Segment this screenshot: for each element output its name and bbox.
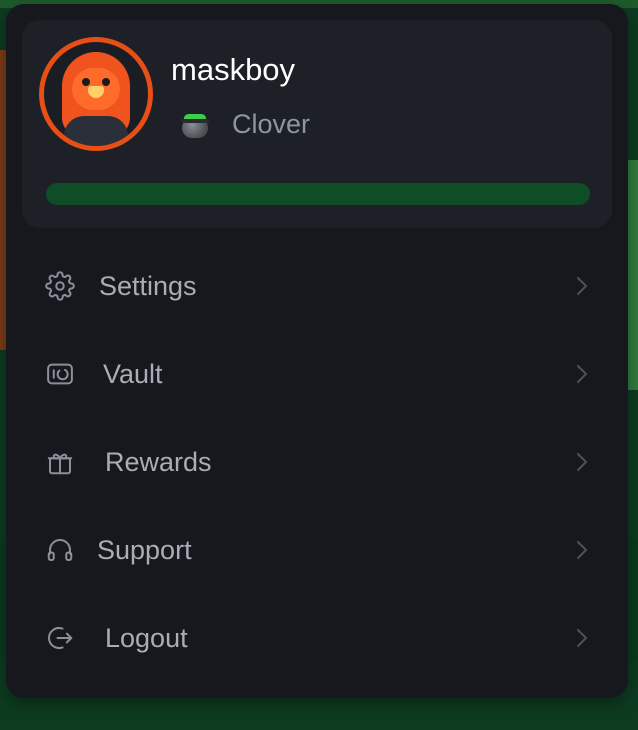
menu-item-logout[interactable]: Logout xyxy=(6,594,628,682)
menu-item-rewards[interactable]: Rewards xyxy=(6,418,628,506)
chevron-right-icon xyxy=(574,274,590,298)
headset-icon xyxy=(44,534,76,566)
menu-item-label: Rewards xyxy=(105,447,212,477)
tier-progress-bar xyxy=(46,183,590,205)
gift-icon xyxy=(44,446,76,478)
cauldron-icon xyxy=(180,110,210,138)
tier-label: Clover xyxy=(232,109,311,139)
menu-item-support[interactable]: Support xyxy=(6,506,628,594)
menu-item-label: Support xyxy=(97,535,192,565)
chevron-right-icon xyxy=(574,538,590,562)
profile-card: maskboy Clover xyxy=(22,20,612,228)
menu-item-label: Settings xyxy=(99,271,197,301)
chevron-right-icon xyxy=(574,450,590,474)
username: maskboy xyxy=(171,52,296,87)
menu-list: Settings Vault Rewards Support Logout xyxy=(6,242,628,682)
menu-item-vault[interactable]: Vault xyxy=(6,330,628,418)
menu-item-settings[interactable]: Settings xyxy=(6,242,628,330)
vault-icon xyxy=(44,358,76,390)
avatar[interactable] xyxy=(39,37,153,151)
gear-icon xyxy=(44,270,76,302)
menu-item-label: Vault xyxy=(103,359,163,389)
tier-badge: Clover xyxy=(180,108,310,140)
chevron-right-icon xyxy=(574,362,590,386)
logout-icon xyxy=(44,622,76,654)
account-dropdown-menu: maskboy Clover Settings Vault Rewards Su… xyxy=(6,4,628,698)
avatar-image xyxy=(44,42,148,146)
menu-item-label: Logout xyxy=(105,623,188,653)
chevron-right-icon xyxy=(574,626,590,650)
